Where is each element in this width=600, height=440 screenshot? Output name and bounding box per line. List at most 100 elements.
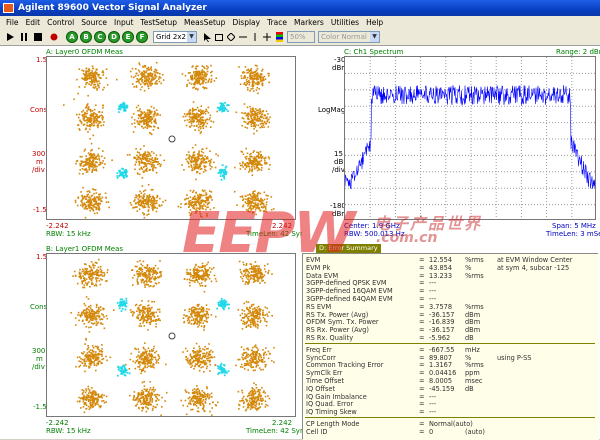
pilot-point <box>120 109 122 111</box>
trace-b-y-scale-1: m <box>36 355 43 363</box>
menu-testsetup[interactable]: TestSetup <box>140 18 177 27</box>
pause-icon[interactable] <box>18 31 30 43</box>
menu-input[interactable]: Input <box>114 18 133 27</box>
trace-d-button[interactable]: D <box>108 31 120 43</box>
marker-diamond-icon[interactable] <box>226 31 236 43</box>
pilot-point <box>228 370 230 372</box>
pilot-point <box>222 307 224 309</box>
color-palette-icon[interactable] <box>274 31 284 43</box>
metric-name: RS EVM <box>306 303 331 311</box>
equals-sign: = <box>419 279 425 287</box>
menu-meassetup[interactable]: MeasSetup <box>184 18 225 27</box>
record-icon[interactable] <box>48 31 60 43</box>
pilot-point <box>118 111 120 113</box>
pilot-point <box>221 169 223 171</box>
error-summary-row: IQ Timing Skew=--- <box>303 408 599 416</box>
metric-name: 3GPP-defined 16QAM EVM <box>306 287 393 295</box>
pilot-point <box>122 365 124 367</box>
trace-d-title-tab[interactable]: D: Error Summary <box>316 244 381 253</box>
pilot-point <box>121 299 123 301</box>
menu-source[interactable]: Source <box>81 18 107 27</box>
trace-a-y-scale-1: m <box>36 158 43 166</box>
menu-utilities[interactable]: Utilities <box>331 18 359 27</box>
error-summary-row: EVM Pk=43.854%at sym 4, subcar -125 <box>303 264 599 272</box>
constellation-cluster <box>181 144 219 180</box>
metric-name: IQ Quad. Error <box>306 400 353 408</box>
window-title: Agilent 89600 Vector Signal Analyzer <box>18 3 207 13</box>
metric-value: -36.157 <box>429 311 454 319</box>
pilot-point <box>226 104 228 106</box>
trace-d-panel[interactable]: EVM=12.554%rmsat EVM Window CenterEVM Pk… <box>302 253 598 439</box>
error-summary-row: 3GPP-defined QPSK EVM=--- <box>303 279 599 287</box>
metric-name: EVM <box>306 256 320 264</box>
constellation-cluster <box>180 385 218 417</box>
metric-value: 43.854 <box>429 264 452 272</box>
pilot-point <box>126 171 128 173</box>
trace-f-button[interactable]: F <box>136 31 148 43</box>
menu-control[interactable]: Control <box>47 18 74 27</box>
color-scheme-select[interactable]: Color Normal ▼ <box>318 31 380 43</box>
metric-value: --- <box>429 287 436 295</box>
trace-e-button[interactable]: E <box>122 31 134 43</box>
stop-icon[interactable] <box>32 31 44 43</box>
rect-zoom-icon[interactable] <box>214 31 224 43</box>
constellation-cluster <box>75 338 111 372</box>
pilot-point <box>121 371 123 373</box>
trace-b-y-scale-2: /div <box>32 363 45 371</box>
metric-unit: % <box>465 354 471 362</box>
pilot-point <box>124 374 126 376</box>
toolbar: A B C D E F Grid 2x2 ▼ 50% <box>0 29 600 46</box>
metric-unit: %rms <box>465 361 484 369</box>
trace-c-plot[interactable] <box>344 56 596 220</box>
trace-c-panel[interactable]: C: Ch1 Spectrum Range: 2 dBm -30 dBm Log… <box>302 46 600 242</box>
metric-value: 8.0005 <box>429 377 452 385</box>
pilot-point <box>123 102 125 104</box>
menu-trace[interactable]: Trace <box>267 18 287 27</box>
trace-a-button[interactable]: A <box>66 31 78 43</box>
pilot-point <box>217 107 219 109</box>
trace-a-panel[interactable]: A: Layer0 OFDM Meas 1.5 Const 300 m /div… <box>0 46 300 242</box>
marker-horizontal-icon[interactable] <box>238 31 248 43</box>
pilot-point <box>227 110 229 112</box>
trace-c-button[interactable]: C <box>94 31 106 43</box>
pointer-icon[interactable] <box>202 31 212 43</box>
pilot-point <box>219 304 221 306</box>
trace-c-range: Range: 2 dBm <box>556 48 600 56</box>
menu-markers[interactable]: Markers <box>294 18 324 27</box>
pilot-point <box>224 374 226 376</box>
play-icon[interactable] <box>4 31 16 43</box>
menu-edit[interactable]: Edit <box>26 18 41 27</box>
trace-b-panel[interactable]: B: Layer1 OFDM Meas 1.5 Const 300 m /div… <box>0 243 300 439</box>
crosshair-icon[interactable] <box>262 31 272 43</box>
pilot-point <box>124 305 126 307</box>
spectrum-line <box>345 85 596 189</box>
equals-sign: = <box>419 369 425 377</box>
pilot-point <box>223 105 225 107</box>
trace-b-plot[interactable] <box>46 253 296 417</box>
trace-b-x-right: 2.242 <box>272 419 292 427</box>
menu-display[interactable]: Display <box>232 18 260 27</box>
metric-unit: dB <box>465 385 474 393</box>
menu-file[interactable]: File <box>6 18 19 27</box>
pilot-point <box>220 175 222 177</box>
equals-sign: = <box>419 377 425 385</box>
pilot-point <box>121 172 123 174</box>
pilot-point <box>126 300 128 302</box>
pilot-point <box>119 170 121 172</box>
trace-a-plot[interactable] <box>46 56 296 220</box>
equals-sign: = <box>419 400 425 408</box>
metric-unit: %rms <box>465 256 484 264</box>
app-window: Agilent 89600 Vector Signal Analyzer Fil… <box>0 0 600 439</box>
zoom-select[interactable]: 50% <box>287 31 315 43</box>
menu-help[interactable]: Help <box>366 18 383 27</box>
grid-select[interactable]: Grid 2x2 ▼ <box>153 31 197 43</box>
trace-b-button[interactable]: B <box>80 31 92 43</box>
metric-name: IQ Offset <box>306 385 335 393</box>
title-bar[interactable]: Agilent 89600 Vector Signal Analyzer <box>0 0 600 16</box>
error-summary-row: Cell ID=0(auto) <box>303 428 599 436</box>
marker-vertical-icon[interactable] <box>250 31 260 43</box>
metric-value: -45.159 <box>429 385 454 393</box>
metric-extra: at sym 4, subcar -125 <box>497 264 569 272</box>
pilot-point <box>126 175 128 177</box>
error-summary-row: SymClk Err=0.04416ppm <box>303 369 599 377</box>
